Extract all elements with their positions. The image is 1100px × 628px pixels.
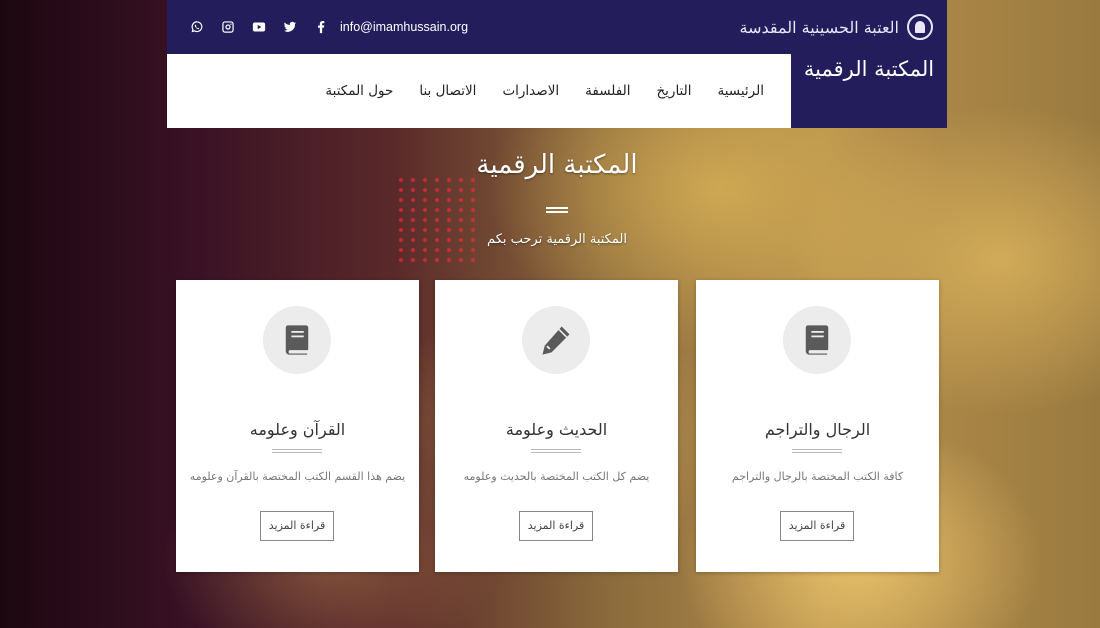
background-decoration xyxy=(395,175,475,265)
nav-item-history[interactable]: التاريخ xyxy=(643,83,704,99)
card-divider xyxy=(792,449,842,453)
brand-title[interactable]: المكتبة الرقمية xyxy=(791,54,947,128)
read-more-button[interactable]: قراءة المزيد xyxy=(519,511,593,541)
email-link[interactable]: info@imamhussain.org xyxy=(340,20,468,34)
card-description: يضم هذا القسم الكتب المختصة بالقرآن وعلو… xyxy=(189,470,406,483)
pencil-icon xyxy=(542,326,570,355)
category-card-hadith: الحديث وعلومة يضم كل الكتب المختصة بالحد… xyxy=(435,280,678,572)
brand-title-text: المكتبة الرقمية xyxy=(803,57,935,81)
hero-title: المكتبة الرقمية xyxy=(476,150,638,180)
hero-divider xyxy=(546,207,568,213)
main-nav: حول المكتبة الاتصال بنا الاصدارات الفلسف… xyxy=(167,54,791,128)
card-title: الحديث وعلومة xyxy=(505,420,608,439)
nav-item-about[interactable]: حول المكتبة xyxy=(312,83,406,99)
card-icon-wrap xyxy=(783,306,851,374)
nav-item-home[interactable]: الرئيسية xyxy=(705,83,778,99)
top-bar: info@imamhussain.org العتبة الحسينية الم… xyxy=(167,0,947,54)
card-icon-wrap xyxy=(522,306,590,374)
book-icon xyxy=(805,325,829,355)
category-card-rijal: الرجال والتراجم كافة الكتب المختصة بالرج… xyxy=(696,280,939,572)
viber-icon[interactable] xyxy=(181,0,212,54)
card-description: كافة الكتب المختصة بالرجال والتراجم xyxy=(731,470,904,483)
instagram-icon[interactable] xyxy=(212,0,243,54)
logo-text: العتبة الحسينية المقدسة xyxy=(739,17,899,37)
book-icon xyxy=(285,325,309,355)
card-title: الرجال والتراجم xyxy=(764,420,871,439)
read-more-button[interactable]: قراءة المزيد xyxy=(260,511,334,541)
twitter-icon[interactable] xyxy=(274,0,305,54)
nav-item-contact[interactable]: الاتصال بنا xyxy=(406,83,489,99)
youtube-icon[interactable] xyxy=(243,0,274,54)
shrine-emblem-icon xyxy=(907,14,933,40)
nav-item-publications[interactable]: الاصدارات xyxy=(489,83,572,99)
site-logo[interactable]: العتبة الحسينية المقدسة xyxy=(740,14,933,40)
card-description: يضم كل الكتب المختصة بالحديث وعلومه xyxy=(463,470,650,483)
card-divider xyxy=(272,449,322,453)
nav-item-philosophy[interactable]: الفلسفة xyxy=(572,83,643,99)
card-icon-wrap xyxy=(263,306,331,374)
facebook-icon[interactable] xyxy=(305,0,336,54)
read-more-button[interactable]: قراءة المزيد xyxy=(780,511,854,541)
card-title: القرآن وعلومه xyxy=(249,420,346,439)
hero-subtitle: المكتبة الرقمية ترحب بكم xyxy=(487,232,627,247)
social-links: info@imamhussain.org xyxy=(181,0,468,54)
category-card-quran: القرآن وعلومه يضم هذا القسم الكتب المختص… xyxy=(176,280,419,572)
card-divider xyxy=(531,449,581,453)
